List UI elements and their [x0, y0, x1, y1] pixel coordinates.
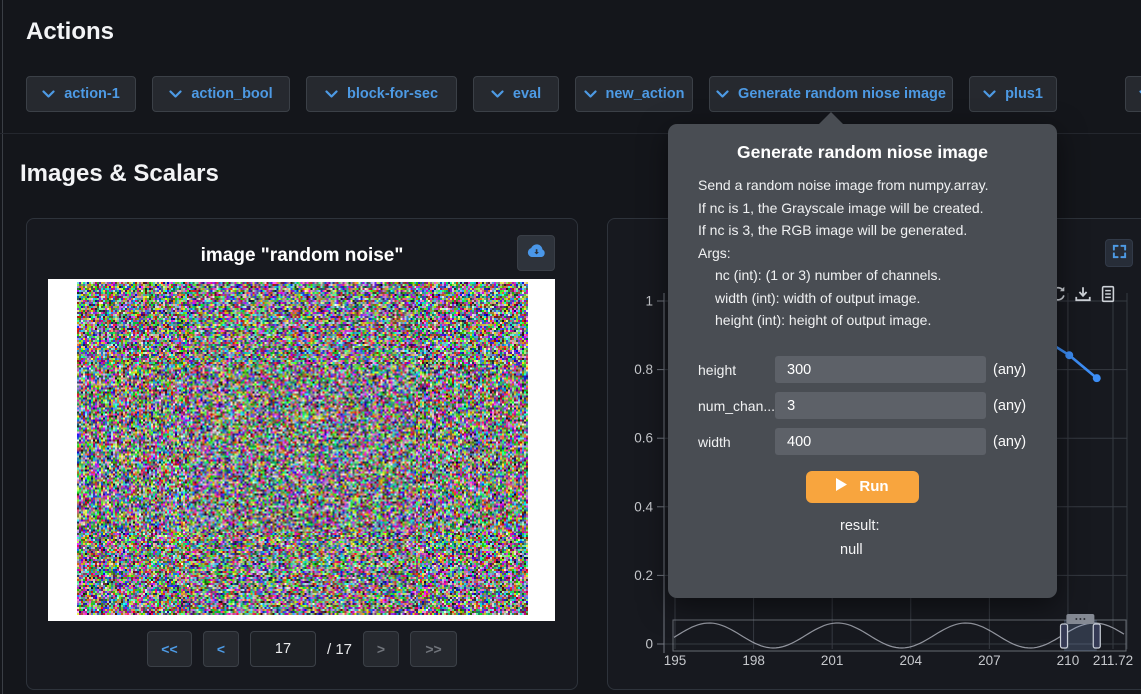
cloud-download-icon [525, 243, 547, 263]
chevron-down-icon [42, 90, 55, 99]
play-icon [836, 478, 847, 495]
action-button-action-1[interactable]: action-1 [26, 76, 136, 112]
page-number-input[interactable] [250, 631, 316, 667]
action-button-label: Generate random niose image [738, 86, 946, 102]
result-value: null [840, 538, 1027, 562]
description-arg-line: width (int): width of output image. [698, 287, 1027, 310]
action-button-generate-random-niose-image[interactable]: Generate random niose image [709, 76, 953, 112]
action-button-label: block-for-sec [347, 86, 438, 102]
field-row-height: height (any) [698, 356, 1027, 384]
result-label: result: [840, 514, 1027, 538]
description-arg-line: nc (int): (1 or 3) number of channels. [698, 264, 1027, 287]
actions-row: action-1 action_bool block-for-sec eval … [26, 76, 1057, 112]
chevron-down-icon [169, 90, 182, 99]
description-line: Args: [698, 242, 1027, 265]
svg-text:207: 207 [978, 653, 1001, 668]
page-total-label: / 17 [327, 641, 352, 658]
svg-text:195: 195 [664, 653, 687, 668]
svg-text:204: 204 [899, 653, 922, 668]
result-block: result: null [698, 514, 1027, 562]
popup-description: Send a random noise image from numpy.arr… [698, 174, 1027, 332]
action-button-action-bool[interactable]: action_bool [152, 76, 290, 112]
download-icon[interactable] [1074, 285, 1092, 303]
svg-text:0.2: 0.2 [634, 568, 653, 583]
action-button-label: action_bool [191, 86, 272, 102]
noise-image-frame [48, 279, 555, 621]
chevron-down-icon [983, 90, 996, 99]
download-image-button[interactable] [517, 235, 555, 271]
svg-text:210: 210 [1057, 653, 1080, 668]
width-field[interactable] [775, 428, 986, 455]
field-type-hint: (any) [993, 362, 1026, 378]
chart-toolbar [1049, 285, 1117, 303]
num-channels-field[interactable] [775, 392, 986, 419]
svg-text:0: 0 [645, 637, 653, 652]
field-label: num_chan... [698, 398, 775, 414]
image-card-title: image "random noise" [27, 245, 577, 267]
run-button[interactable]: Run [806, 471, 919, 503]
data-file-icon[interactable] [1099, 285, 1117, 303]
action-button-eval[interactable]: eval [473, 76, 559, 112]
action-popup: Generate random niose image Send a rando… [668, 124, 1057, 598]
left-edge-divider [2, 0, 3, 694]
svg-text:0.4: 0.4 [634, 499, 653, 514]
images-section-title: Images & Scalars [20, 160, 219, 188]
description-arg-line: height (int): height of output image. [698, 309, 1027, 332]
action-button-new-action[interactable]: new_action [575, 76, 693, 112]
fullscreen-icon [1112, 244, 1127, 262]
chevron-down-icon [491, 90, 504, 99]
action-button-label: new_action [606, 86, 685, 102]
svg-text:198: 198 [742, 653, 765, 668]
field-type-hint: (any) [993, 398, 1026, 414]
actions-section-title: Actions [26, 18, 114, 46]
action-button-label: action-1 [64, 86, 120, 102]
field-row-width: width (any) [698, 428, 1027, 456]
chevron-down-icon [325, 90, 338, 99]
description-line: Send a random noise image from numpy.arr… [698, 174, 1027, 197]
image-card: image "random noise" << < / 17 > >> [26, 218, 578, 690]
svg-text:0.8: 0.8 [634, 362, 653, 377]
pagination-next-button[interactable]: > [363, 631, 399, 667]
field-label: height [698, 362, 775, 378]
description-line: If nc is 3, the RGB image will be genera… [698, 219, 1027, 242]
action-button-plus1[interactable]: plus1 [969, 76, 1057, 112]
chevron-down-icon [716, 90, 729, 99]
field-label: width [698, 434, 775, 450]
svg-text:201: 201 [821, 653, 844, 668]
random-noise-image [77, 282, 528, 615]
svg-text:211.72: 211.72 [1093, 653, 1133, 668]
description-line: If nc is 1, the Grayscale image will be … [698, 197, 1027, 220]
pagination-last-button[interactable]: >> [410, 631, 457, 667]
pagination-first-button[interactable]: << [147, 631, 192, 667]
pagination: << < / 17 > >> [27, 631, 577, 667]
action-button-label: plus1 [1005, 86, 1043, 102]
pagination-prev-button[interactable]: < [203, 631, 239, 667]
run-button-label: Run [859, 478, 888, 495]
popup-title: Generate random niose image [698, 142, 1027, 163]
svg-text:0.6: 0.6 [634, 431, 653, 446]
chevron-down-icon [584, 90, 597, 99]
field-type-hint: (any) [993, 434, 1026, 450]
fullscreen-button[interactable] [1105, 239, 1133, 267]
action-button-block-for-sec[interactable]: block-for-sec [306, 76, 457, 112]
svg-text:1: 1 [645, 294, 653, 309]
field-row-num-channels: num_chan... (any) [698, 392, 1027, 420]
action-button-partial[interactable] [1125, 76, 1141, 112]
height-field[interactable] [775, 356, 986, 383]
action-button-label: eval [513, 86, 541, 102]
popup-arrow [819, 112, 843, 124]
